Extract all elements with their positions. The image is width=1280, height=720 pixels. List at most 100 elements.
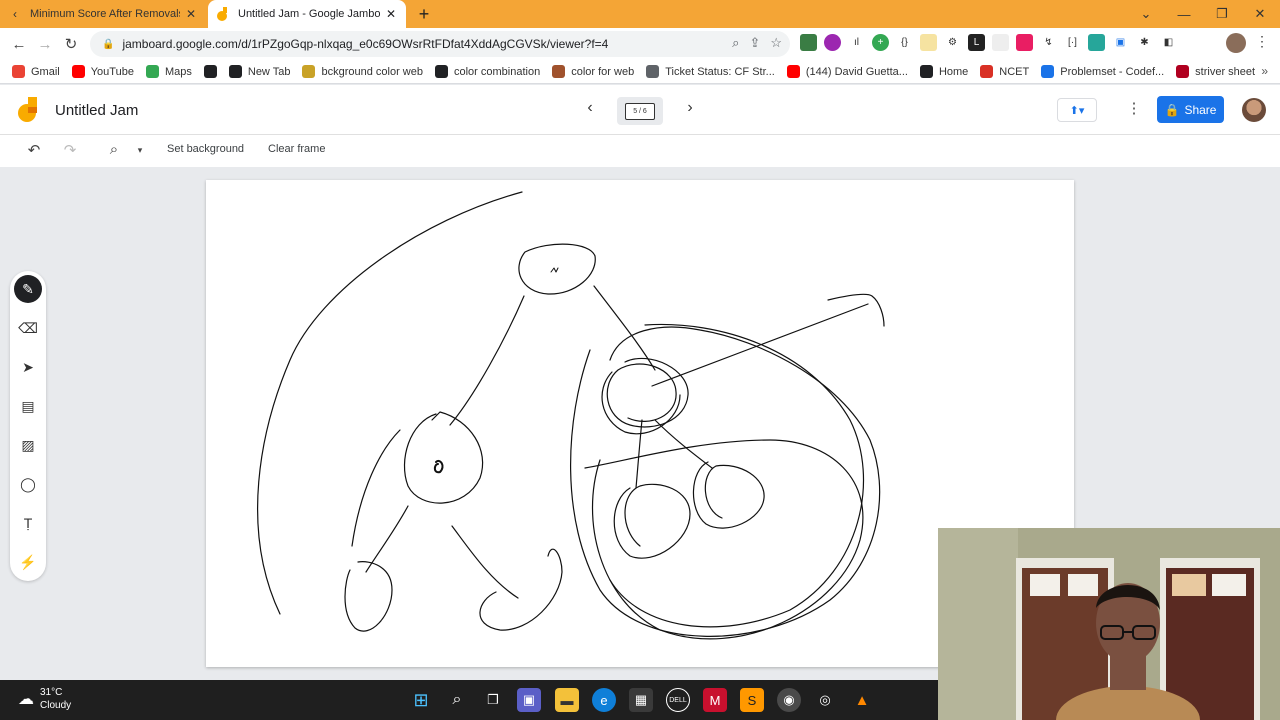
bookmark-item[interactable]: New Tab <box>228 65 291 78</box>
bookmark-label: YouTube <box>90 65 134 78</box>
windows-start-icon[interactable]: ⊞ <box>409 688 433 712</box>
extension-icon[interactable] <box>1016 34 1033 51</box>
next-frame-button[interactable]: › <box>680 99 700 121</box>
edge-icon[interactable]: e <box>592 688 616 712</box>
jam-title[interactable]: Untitled Jam <box>55 102 138 119</box>
bookmark-label: New Tab <box>247 65 291 78</box>
jamboard-action-bar: ↶ ↷ ⌕ ▾ Set background Clear frame <box>0 135 1280 167</box>
chrome-menu-icon[interactable]: ⋮ <box>1252 33 1272 53</box>
bookmark-item[interactable]: NCET <box>980 65 1029 78</box>
circle-shape-icon[interactable]: ◯ <box>14 470 42 498</box>
eraser-icon[interactable]: ⌫ <box>14 314 42 342</box>
browser-tab-strip: ‹ Minimum Score After Removals o ✕ Untit… <box>0 0 1280 28</box>
extension-icon[interactable]: {} <box>896 34 913 51</box>
task-view-icon[interactable]: ❐ <box>481 688 505 712</box>
pen-stroke <box>606 357 689 428</box>
zoom-icon[interactable]: ⌕ <box>104 141 124 161</box>
bookmark-item[interactable]: (144) David Guetta... <box>786 65 908 78</box>
extension-icon[interactable]: ▣ <box>1112 34 1129 51</box>
mcafee-icon[interactable]: M <box>703 688 727 712</box>
previous-frame-button[interactable]: ‹ <box>580 99 600 121</box>
extension-icon[interactable]: + <box>872 34 889 51</box>
sublime-icon[interactable]: S <box>740 688 764 712</box>
pen-stroke <box>344 561 393 632</box>
lock-icon: 🔒 <box>1164 102 1180 117</box>
frame-bar-toggle[interactable]: 5 / 6 <box>617 97 663 125</box>
close-tab-icon[interactable]: ✕ <box>184 7 198 21</box>
bookmark-item[interactable]: Ticket Status: CF Str... <box>646 65 775 78</box>
bookmark-item[interactable]: bckground color web <box>302 65 423 78</box>
bookmark-item[interactable]: Maps <box>145 65 192 78</box>
bookmark-star-icon[interactable]: ☆ <box>770 35 782 51</box>
extension-icon[interactable]: ↯ <box>1040 34 1057 51</box>
select-arrow-icon[interactable]: ➤ <box>14 353 42 381</box>
back-button[interactable]: ← <box>8 33 30 55</box>
new-tab-button[interactable]: + <box>414 4 434 24</box>
address-bar[interactable]: 🔒 jamboard.google.com/d/1rPZgoGqp-nlxqag… <box>90 31 790 57</box>
store-icon[interactable]: ▦ <box>629 688 653 712</box>
search-icon[interactable]: ⌕ <box>445 688 469 712</box>
pen-stroke <box>593 285 656 371</box>
bookmark-item[interactable]: striver sheet <box>1176 65 1255 78</box>
add-image-icon[interactable]: ▨ <box>14 431 42 459</box>
bookmark-favicon-icon <box>786 65 800 78</box>
tab-search-chevron-icon[interactable]: ⌄ <box>1128 0 1164 28</box>
weather-widget[interactable]: ☁ 31°C Cloudy <box>18 686 71 712</box>
text-box-icon[interactable]: Ṭ <box>14 509 42 537</box>
pen-tool-icon[interactable]: ✎ <box>14 275 42 303</box>
forward-button[interactable]: → <box>34 33 56 55</box>
more-options-icon[interactable]: ⋮ <box>1124 99 1144 121</box>
bookmark-label: Problemset - Codef... <box>1060 65 1165 78</box>
tab-active[interactable]: Untitled Jam - Google Jamboard ✕ <box>208 0 406 28</box>
puzzle-icon[interactable]: ✱ <box>1136 34 1153 51</box>
close-window-icon[interactable]: ✕ <box>1242 0 1278 28</box>
bookmark-item[interactable]: color for web <box>552 65 634 78</box>
extension-icon[interactable]: [·] <box>1064 34 1081 51</box>
reload-button[interactable]: ↻ <box>60 33 82 55</box>
extension-icon[interactable]: ⚙ <box>944 34 961 51</box>
bookmark-item[interactable]: Problemset - Codef... <box>1041 65 1164 78</box>
bookmark-item[interactable]: YouTube <box>71 65 134 78</box>
bookmark-label: bckground color web <box>321 65 423 78</box>
extension-icon[interactable] <box>992 34 1009 51</box>
profile-avatar[interactable] <box>1226 33 1246 53</box>
clear-frame-button[interactable]: Clear frame <box>268 143 325 155</box>
sticky-note-icon[interactable]: ▤ <box>14 392 42 420</box>
webcam-video-image <box>938 528 1280 720</box>
share-page-icon[interactable]: ⇪ <box>749 35 760 51</box>
bookmark-item[interactable]: Gmail <box>12 65 60 78</box>
restore-icon[interactable]: ❐ <box>1204 0 1240 28</box>
chat-icon[interactable]: ▣ <box>517 688 541 712</box>
close-tab-icon[interactable]: ✕ <box>384 7 398 21</box>
bookmark-favicon-icon <box>980 65 994 78</box>
chrome-icon[interactable]: ◉ <box>777 688 801 712</box>
windows-taskbar: ☁ 31°C Cloudy ⊞ ⌕ ❐ ▣ ▬ e ▦ DELL M S ◉ ◎… <box>0 680 938 720</box>
extension-icon[interactable] <box>800 34 817 51</box>
extension-icon[interactable]: L <box>968 34 985 51</box>
minimize-icon[interactable]: — <box>1166 0 1202 28</box>
zoom-dropdown-icon[interactable]: ▾ <box>130 145 150 165</box>
extension-icon[interactable]: ıl <box>848 34 865 51</box>
laser-icon[interactable]: ⚡ <box>14 548 42 576</box>
file-explorer-icon[interactable]: ▬ <box>555 688 579 712</box>
bookmarks-overflow-icon[interactable]: » <box>1261 64 1268 78</box>
pen-stroke <box>651 303 869 387</box>
extension-icon[interactable] <box>824 34 841 51</box>
set-background-button[interactable]: Set background <box>167 143 244 155</box>
bookmark-item[interactable]: Home <box>919 65 968 78</box>
undo-icon[interactable]: ↶ <box>24 141 44 161</box>
extension-icon[interactable] <box>920 34 937 51</box>
extension-icon[interactable] <box>1088 34 1105 51</box>
obs-icon[interactable]: ◎ <box>813 688 837 712</box>
avatar[interactable] <box>1242 98 1266 122</box>
side-panel-icon[interactable]: ◧ <box>1160 34 1177 51</box>
vlc-icon[interactable]: ▲ <box>850 688 874 712</box>
bookmark-item[interactable] <box>203 65 223 78</box>
bookmark-item[interactable]: color combination <box>435 65 540 78</box>
redo-icon[interactable]: ↷ <box>60 141 80 161</box>
present-button[interactable]: ⬆▾ <box>1057 98 1097 122</box>
share-button[interactable]: 🔒 Share <box>1157 96 1224 123</box>
tab-inactive[interactable]: ‹ Minimum Score After Removals o ✕ <box>0 0 206 28</box>
zoom-icon[interactable]: ⌕ <box>732 35 739 51</box>
dell-icon[interactable]: DELL <box>666 688 690 712</box>
